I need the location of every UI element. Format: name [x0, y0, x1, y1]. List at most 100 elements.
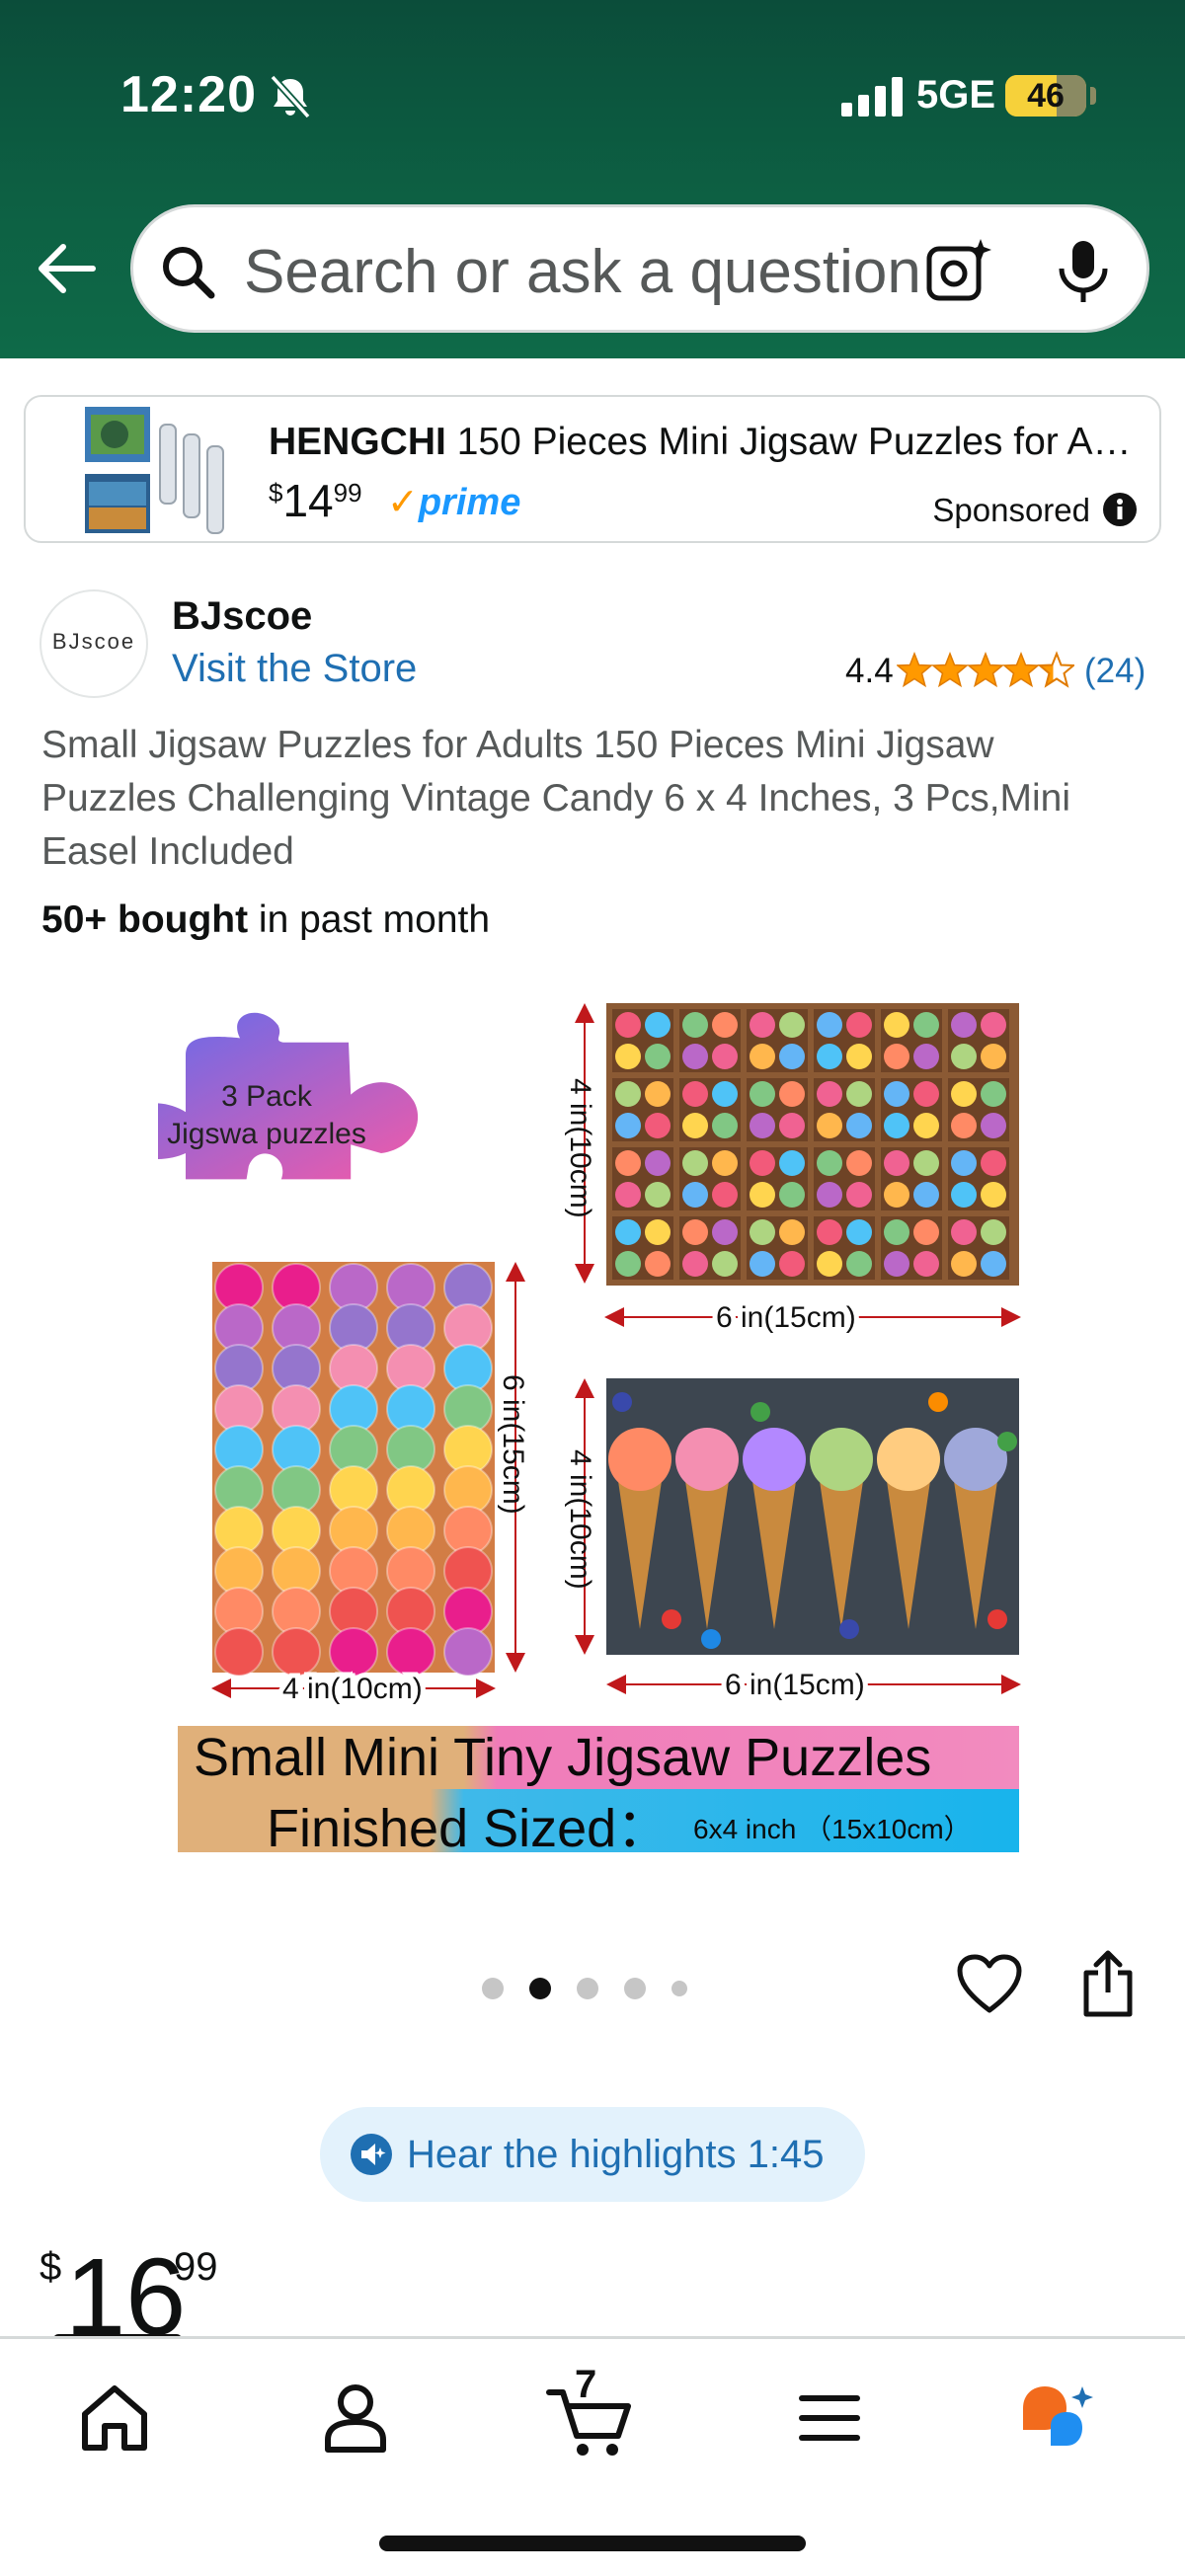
candy-piece [615, 1182, 641, 1208]
rufus-assistant-icon[interactable] [1017, 2379, 1096, 2458]
candy-piece [682, 1251, 708, 1277]
prime-badge: ✓prime [387, 480, 520, 524]
candy-piece [951, 1012, 977, 1038]
search-icon [163, 247, 215, 299]
rating-count-link[interactable]: (24) [1084, 652, 1146, 691]
candy-piece [981, 1182, 1006, 1208]
sponsored-title-text: 150 Pieces Mini Jigsaw Puzzles for A… [456, 421, 1132, 463]
candy-piece [913, 1251, 939, 1277]
berry [750, 1402, 770, 1422]
visit-store-link[interactable]: Visit the Store [172, 647, 417, 691]
camera-scan-icon[interactable] [923, 235, 994, 306]
macaron [272, 1627, 321, 1677]
sponsored-title[interactable]: HENGCHI 150 Pieces Mini Jigsaw Puzzles f… [269, 421, 1138, 464]
candy-piece [846, 1182, 872, 1208]
jigsaw-piece-graphic: 3 Pack Jigswa puzzles [158, 1012, 418, 1180]
candy-piece [981, 1012, 1006, 1038]
star-icon [932, 653, 968, 687]
image-carousel-dots[interactable] [482, 1971, 699, 2000]
carousel-dot[interactable] [624, 1978, 646, 1999]
dim-label-6in-bottom: 6 in(15cm) [725, 1669, 865, 1701]
candy-piece [615, 1219, 641, 1245]
ice-cream-scoop [810, 1428, 873, 1491]
candy-piece [615, 1044, 641, 1069]
candy-piece [846, 1081, 872, 1107]
candy-piece [779, 1182, 805, 1208]
bought-in-past-month: 50+ bought in past month [41, 898, 490, 942]
hear-highlights-button[interactable]: Hear the highlights 1:45 [320, 2107, 865, 2202]
candy-piece [951, 1113, 977, 1138]
bought-count: 50+ bought [41, 898, 249, 941]
sponsored-product-card[interactable]: HENGCHI 150 Pieces Mini Jigsaw Puzzles f… [24, 395, 1161, 543]
dim-label-6in-left: 6 in(15cm) [497, 1374, 529, 1515]
candy-piece [846, 1113, 872, 1138]
menu-icon[interactable] [790, 2379, 869, 2458]
candy-piece [750, 1081, 775, 1107]
candy-piece [913, 1150, 939, 1176]
candy-piece [884, 1113, 909, 1138]
home-icon[interactable] [75, 2379, 154, 2458]
search-bar[interactable] [130, 204, 1149, 333]
candy-piece [779, 1044, 805, 1069]
candy-piece [615, 1012, 641, 1038]
sponsored-price: $1499 [269, 474, 362, 527]
candy-piece [817, 1012, 842, 1038]
carousel-dot[interactable] [577, 1978, 598, 1999]
carousel-dot[interactable] [529, 1978, 551, 1999]
bought-suffix: in past month [248, 898, 491, 941]
cart-button[interactable]: 7 [545, 2363, 636, 2458]
candy-piece [884, 1081, 909, 1107]
candy-piece [645, 1150, 671, 1176]
ice-cream-scoop [877, 1428, 940, 1491]
product-image[interactable]: 3 Pack Jigswa puzzles 4 in(10cm) 6 in(15… [158, 987, 1047, 1876]
candy-piece [884, 1251, 909, 1277]
carousel-dot[interactable] [482, 1978, 504, 1999]
ice-cream-scoop [608, 1428, 672, 1491]
candy-piece [817, 1044, 842, 1069]
info-icon[interactable] [1102, 492, 1138, 527]
candy-piece [645, 1182, 671, 1208]
dim-label-4in-top: 4 in(10cm) [564, 1078, 596, 1218]
candy-piece [779, 1113, 805, 1138]
candy-piece [817, 1150, 842, 1176]
candy-piece [846, 1251, 872, 1277]
candy-piece [645, 1251, 671, 1277]
ice-cream-scoop [743, 1428, 806, 1491]
sponsored-price-fraction: 99 [333, 478, 362, 507]
candy-piece [817, 1251, 842, 1277]
dim-label-6in-top: 6 in(15cm) [716, 1301, 856, 1334]
candy-piece [913, 1044, 939, 1069]
candy-piece [951, 1081, 977, 1107]
sponsored-price-symbol: $ [269, 478, 283, 507]
microphone-icon[interactable] [1054, 237, 1113, 306]
candy-piece [846, 1219, 872, 1245]
candy-piece [682, 1150, 708, 1176]
brand-name: BJscoe [172, 594, 313, 638]
carousel-dot[interactable] [672, 1981, 687, 1996]
candy-piece [913, 1219, 939, 1245]
candy-piece [712, 1081, 738, 1107]
candy-piece [615, 1150, 641, 1176]
piece-line-1: 3 Pack [221, 1080, 313, 1113]
sponsored-brand: HENGCHI [269, 421, 446, 463]
candy-piece [750, 1219, 775, 1245]
berry [839, 1619, 859, 1639]
store-logo[interactable]: BJscoe [40, 589, 148, 698]
cart-count: 7 [575, 2363, 597, 2406]
candy-piece [913, 1012, 939, 1038]
heart-icon[interactable] [956, 1953, 1023, 2016]
candy-piece [750, 1113, 775, 1138]
candy-piece [981, 1113, 1006, 1138]
ice-cream-scoop [675, 1428, 739, 1491]
candy-piece [712, 1150, 738, 1176]
candy-piece [682, 1044, 708, 1069]
candy-piece [981, 1044, 1006, 1069]
candy-piece [779, 1251, 805, 1277]
candy-piece [645, 1044, 671, 1069]
share-icon[interactable] [1078, 1949, 1138, 2018]
banner-line-1: Small Mini Tiny Jigsaw Puzzles [194, 1728, 931, 1787]
macaron [443, 1627, 493, 1677]
account-icon[interactable] [316, 2379, 395, 2458]
back-arrow-icon[interactable] [34, 241, 97, 296]
star-rating[interactable] [897, 650, 1074, 689]
